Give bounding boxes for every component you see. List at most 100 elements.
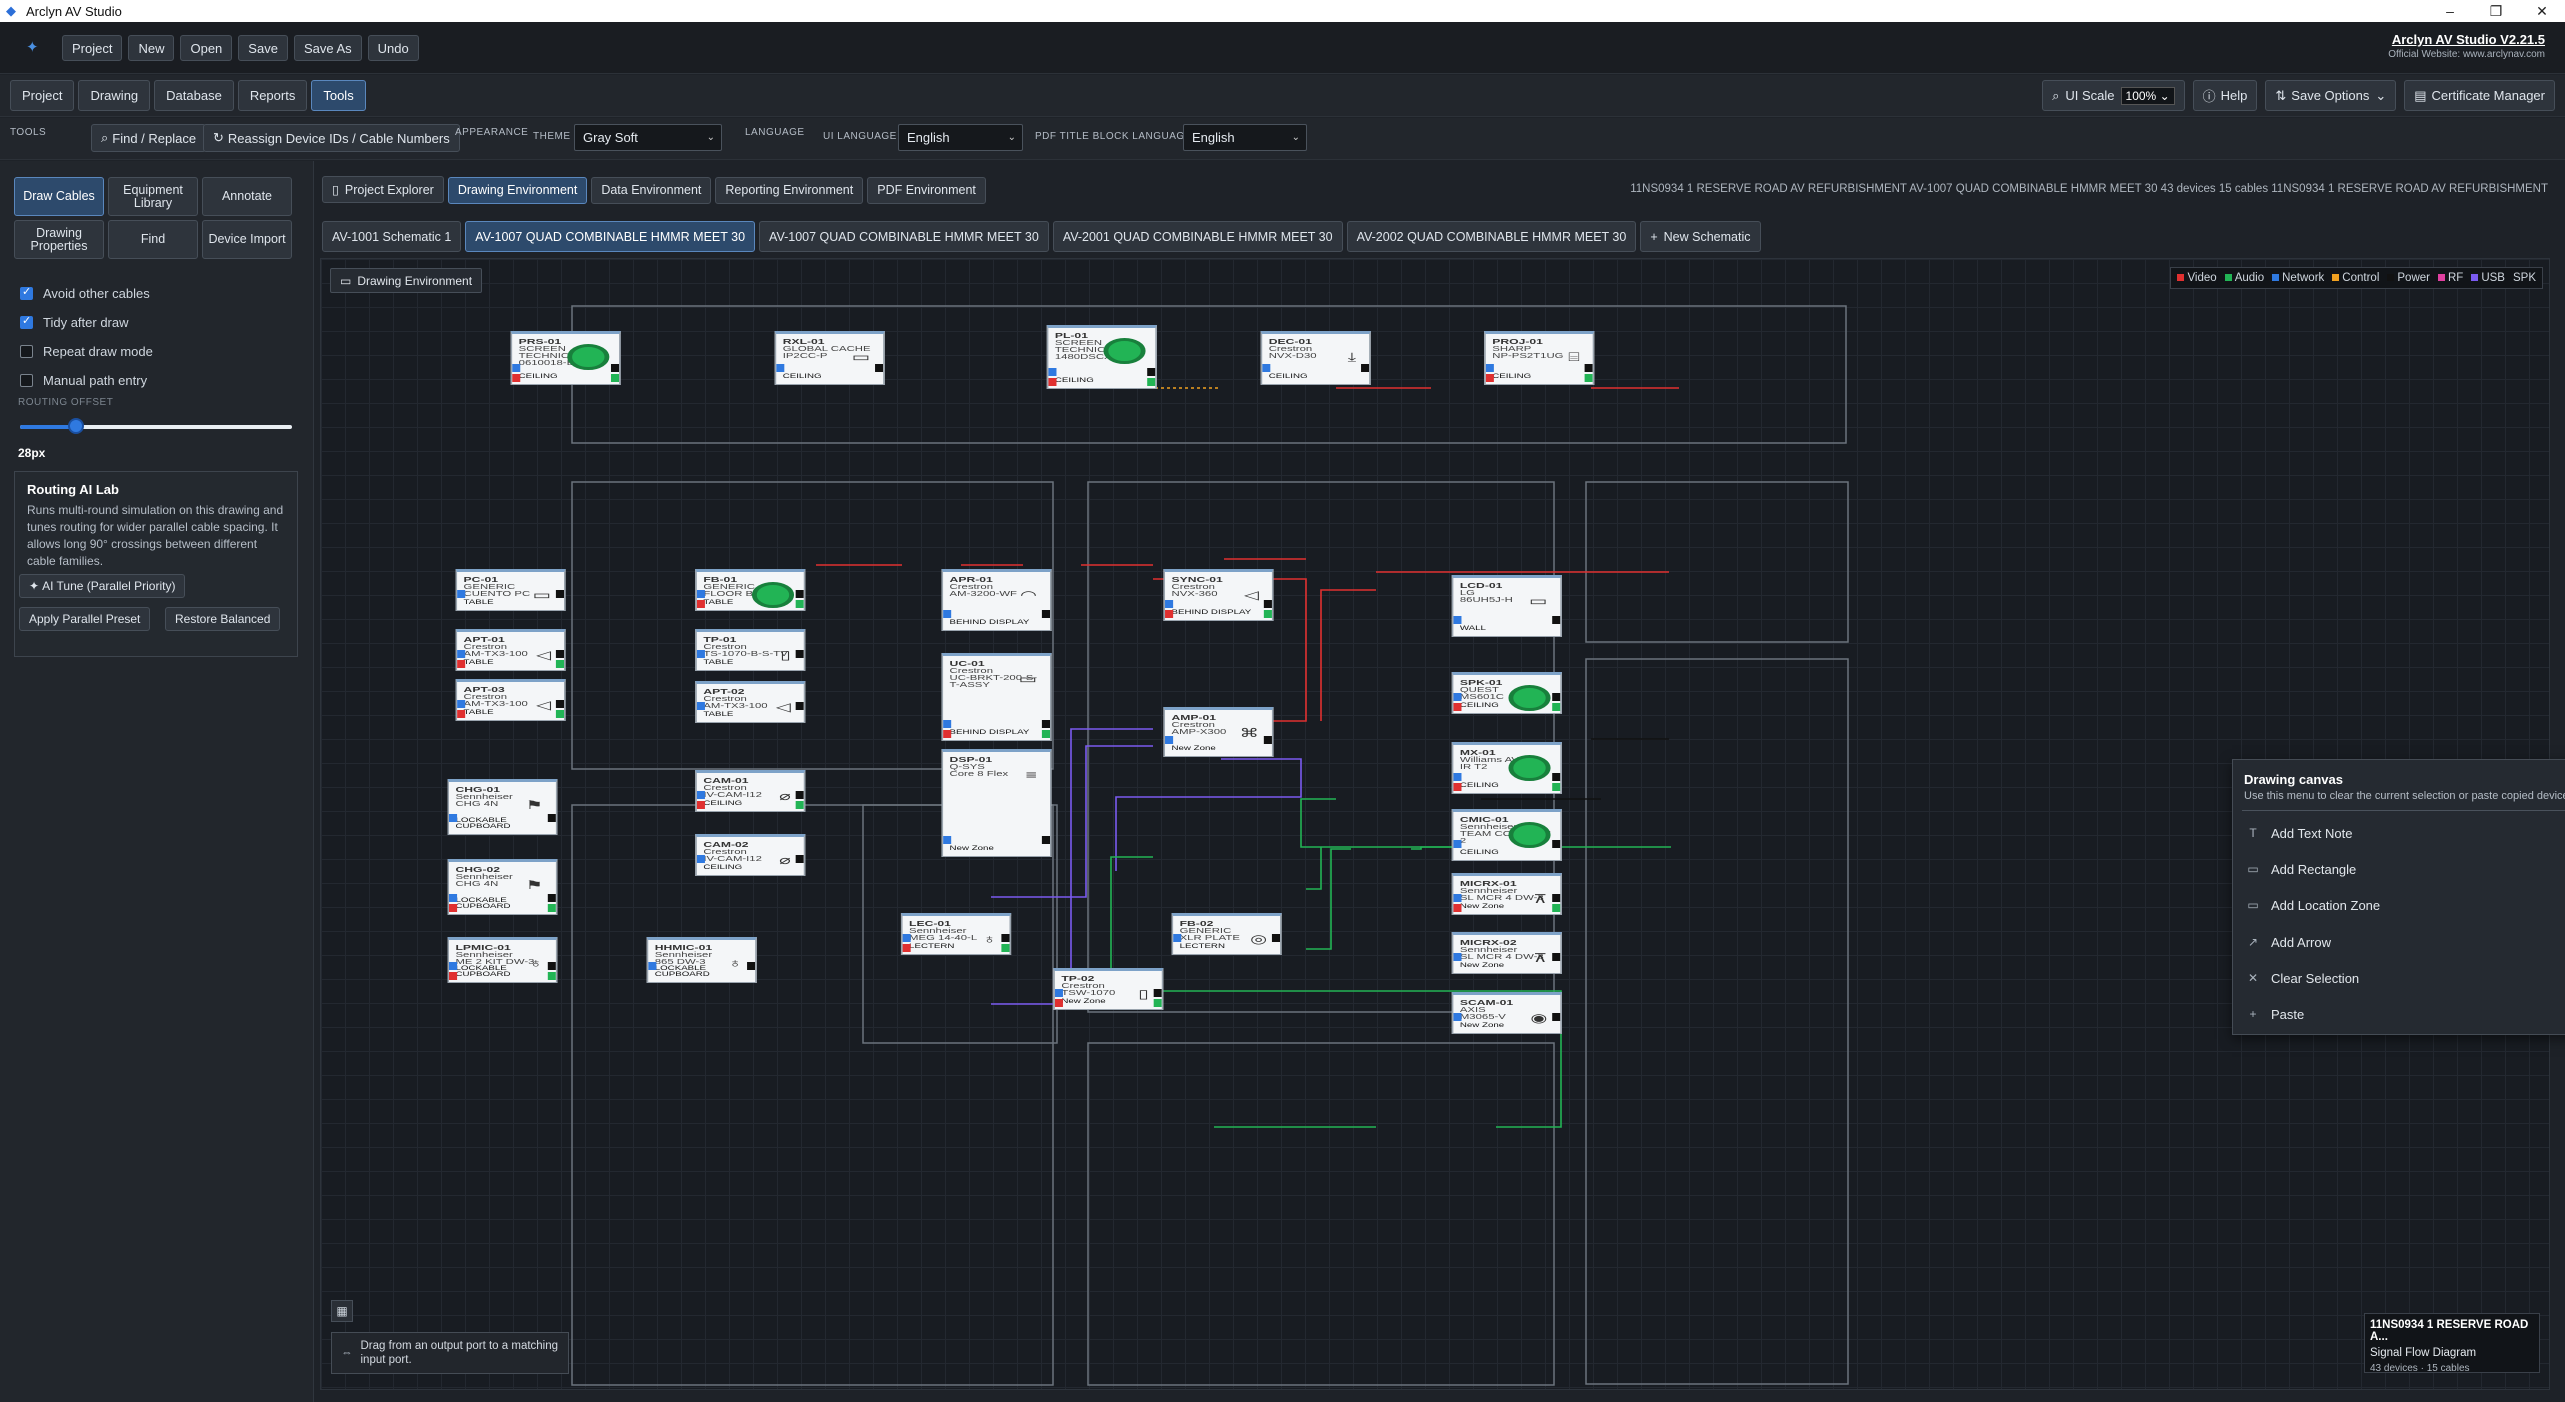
device-port[interactable]: [1263, 600, 1272, 608]
device-port[interactable]: [795, 791, 804, 799]
tab-project[interactable]: Project: [10, 80, 75, 111]
device-port[interactable]: [902, 944, 911, 952]
add-rectangle-item[interactable]: ▭ Add Rectangle: [2245, 856, 2565, 882]
device-card[interactable]: MICRX-01 Sennheiser SL MCR 4 DW-3 New Zone ⊼: [1451, 873, 1562, 915]
device-card[interactable]: SYNC-01 Crestron NVX-360 BEHIND DISPLAY ◁: [1163, 569, 1274, 621]
device-port[interactable]: [1054, 999, 1063, 1007]
add-arrow-item[interactable]: ↗ Add Arrow: [2245, 929, 2565, 955]
certificate-manager-button[interactable]: ▤ Certificate Manager: [2404, 80, 2555, 111]
tab-pdf-environment[interactable]: PDF Environment: [867, 176, 986, 204]
paste-item[interactable]: + Paste: [2245, 1001, 2565, 1027]
device-port[interactable]: [943, 610, 952, 618]
device-port[interactable]: [457, 650, 466, 658]
open-button[interactable]: Open: [180, 35, 233, 61]
device-port[interactable]: [547, 904, 556, 912]
tab-data-environment[interactable]: Data Environment: [591, 176, 712, 204]
device-port[interactable]: [1552, 616, 1561, 624]
device-port[interactable]: [1485, 374, 1494, 382]
apply-parallel-preset-button[interactable]: Apply Parallel Preset: [19, 607, 151, 631]
device-card[interactable]: FB-01 GENERIC FLOOR BOX TABLE: [695, 569, 806, 611]
device-port[interactable]: [1453, 703, 1462, 711]
device-card[interactable]: MICRX-02 Sennheiser SL MCR 4 DW-3 New Zone ⊼: [1451, 932, 1562, 974]
save-options-button[interactable]: ⇅ Save Options ⌄: [2265, 80, 2397, 111]
device-port[interactable]: [696, 590, 705, 598]
device-port[interactable]: [448, 962, 458, 970]
device-port[interactable]: [776, 364, 785, 372]
device-port[interactable]: [1453, 783, 1462, 791]
save-button[interactable]: Save: [238, 35, 288, 61]
device-port[interactable]: [1041, 730, 1050, 738]
device-port[interactable]: [1048, 378, 1057, 386]
device-port[interactable]: [943, 720, 952, 728]
device-card[interactable]: APT-03 Crestron AM-TX3-100 TABLE ◁: [455, 679, 566, 721]
annotate-button[interactable]: Annotate: [202, 177, 292, 216]
device-port[interactable]: [555, 650, 564, 658]
find-button[interactable]: Find: [108, 220, 198, 259]
device-port[interactable]: [1453, 840, 1462, 848]
device-port[interactable]: [1041, 610, 1050, 618]
tab-tools[interactable]: Tools: [311, 80, 366, 111]
device-port[interactable]: [448, 894, 458, 902]
device-port[interactable]: [1147, 378, 1156, 386]
device-card[interactable]: MX-01 Williams AV IR T2 CEILING: [1451, 742, 1562, 794]
ui-language-select[interactable]: English ⌄: [898, 124, 1023, 151]
device-port[interactable]: [1048, 368, 1057, 376]
minimap-toggle-button[interactable]: ▦: [331, 1300, 353, 1322]
device-port[interactable]: [795, 702, 804, 710]
tab-reports[interactable]: Reports: [237, 80, 308, 111]
device-port[interactable]: [1552, 703, 1561, 711]
device-port[interactable]: [795, 855, 804, 863]
device-port[interactable]: [512, 364, 521, 372]
drawing-canvas[interactable]: ▭ Drawing Environment Video Audio Network Co…: [320, 258, 2565, 1390]
avoid-cables-checkbox[interactable]: Avoid other cables: [20, 279, 153, 308]
device-port[interactable]: [547, 814, 556, 822]
device-card[interactable]: APR-01 Crestron AM-3200-WF BEHIND DISPLAY ◠: [941, 569, 1052, 631]
manual-path-checkbox[interactable]: Manual path entry: [20, 366, 153, 395]
new-schematic-button[interactable]: + New Schematic: [1640, 221, 1761, 252]
device-card[interactable]: TP-02 Crestron TSW-1070 New Zone ▯: [1053, 968, 1164, 1010]
routing-offset-slider[interactable]: [20, 425, 292, 429]
device-port[interactable]: [1453, 904, 1462, 912]
device-port[interactable]: [696, 791, 705, 799]
device-port[interactable]: [610, 364, 620, 372]
device-port[interactable]: [457, 700, 466, 708]
clear-selection-item[interactable]: ✕ Clear Selection: [2245, 965, 2565, 991]
device-port[interactable]: [1262, 364, 1271, 372]
device-port[interactable]: [696, 801, 705, 809]
device-card[interactable]: LPMIC-01 Sennheiser ME 2 KIT DW-3 LOCKABLE …: [447, 937, 558, 983]
tab-schematic[interactable]: AV-1007 QUAD COMBINABLE HMMR MEET 30: [465, 221, 756, 252]
device-port[interactable]: [1263, 736, 1272, 744]
minimize-button[interactable]: –: [2427, 0, 2473, 22]
device-card[interactable]: APT-02 Crestron AM-TX3-100 TABLE ◁: [695, 681, 806, 723]
device-port[interactable]: [1001, 934, 1010, 942]
device-card[interactable]: APT-01 Crestron AM-TX3-100 TABLE ◁: [455, 629, 566, 671]
pdf-language-select[interactable]: English ⌄: [1183, 124, 1307, 151]
device-port[interactable]: [555, 590, 564, 598]
device-port[interactable]: [696, 600, 705, 608]
device-card[interactable]: PL-01 SCREEN TECHNICS 1480DSCX CEILING: [1046, 325, 1157, 389]
device-port[interactable]: [512, 374, 521, 382]
tab-database[interactable]: Database: [154, 80, 234, 111]
ui-scale-control[interactable]: ⌕ UI Scale 100% ⌄: [2042, 80, 2185, 111]
device-port[interactable]: [1485, 364, 1494, 372]
device-port[interactable]: [1552, 840, 1561, 848]
device-port[interactable]: [457, 660, 466, 668]
device-port[interactable]: [696, 702, 705, 710]
device-port[interactable]: [1147, 368, 1156, 376]
device-port[interactable]: [1584, 364, 1593, 372]
device-port[interactable]: [1041, 836, 1050, 844]
device-port[interactable]: [1453, 953, 1462, 961]
device-port[interactable]: [448, 972, 458, 980]
tab-drawing-environment[interactable]: Drawing Environment: [447, 176, 588, 204]
routing-offset-knob[interactable]: [68, 418, 84, 434]
equipment-library-button[interactable]: Equipment Library: [108, 177, 198, 216]
device-port[interactable]: [1153, 999, 1162, 1007]
find-replace-button[interactable]: ⌕ Find / Replace: [91, 124, 207, 152]
draw-cables-button[interactable]: Draw Cables: [14, 177, 104, 216]
device-port[interactable]: [1361, 364, 1370, 372]
device-port[interactable]: [747, 962, 756, 970]
device-port[interactable]: [1552, 953, 1561, 961]
device-port[interactable]: [648, 962, 657, 970]
device-card[interactable]: CMIC-01 Sennheiser TEAM CONNECT 2 CEILING: [1451, 809, 1562, 861]
device-port[interactable]: [795, 600, 804, 608]
